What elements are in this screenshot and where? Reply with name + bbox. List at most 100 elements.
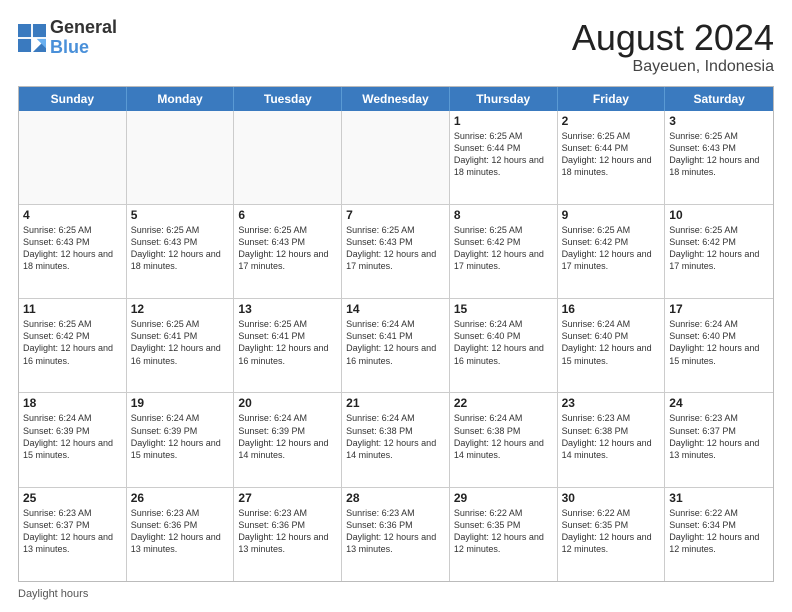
cell-detail: Sunrise: 6:25 AMSunset: 6:42 PMDaylight:… xyxy=(454,224,553,273)
day-number: 15 xyxy=(454,302,553,316)
cell-detail: Sunrise: 6:25 AMSunset: 6:43 PMDaylight:… xyxy=(131,224,230,273)
calendar-cell: 23Sunrise: 6:23 AMSunset: 6:38 PMDayligh… xyxy=(558,393,666,486)
calendar-cell: 18Sunrise: 6:24 AMSunset: 6:39 PMDayligh… xyxy=(19,393,127,486)
cell-detail: Sunrise: 6:25 AMSunset: 6:43 PMDaylight:… xyxy=(346,224,445,273)
cell-detail: Sunrise: 6:25 AMSunset: 6:42 PMDaylight:… xyxy=(23,318,122,367)
logo: General Blue xyxy=(18,18,117,58)
cell-detail: Sunrise: 6:22 AMSunset: 6:35 PMDaylight:… xyxy=(562,507,661,556)
calendar-cell: 19Sunrise: 6:24 AMSunset: 6:39 PMDayligh… xyxy=(127,393,235,486)
day-number: 16 xyxy=(562,302,661,316)
day-number: 24 xyxy=(669,396,769,410)
calendar-cell: 8 Sunrise: 6:25 AMSunset: 6:42 PMDaylight… xyxy=(450,205,558,298)
header: General Blue August 2024 Bayeuen, Indone… xyxy=(18,18,774,76)
header-cell-wednesday: Wednesday xyxy=(342,87,450,111)
logo-line1: General xyxy=(50,18,117,38)
calendar: SundayMondayTuesdayWednesdayThursdayFrid… xyxy=(18,86,774,582)
calendar-row-5: 25 Sunrise: 6:23 AMSunset: 6:37 PMDayligh… xyxy=(19,487,773,581)
day-number: 12 xyxy=(131,302,230,316)
cell-detail: Sunrise: 6:24 AMSunset: 6:41 PMDaylight:… xyxy=(346,318,445,367)
calendar-page: General Blue August 2024 Bayeuen, Indone… xyxy=(0,0,792,612)
calendar-cell xyxy=(234,111,342,204)
calendar-row-2: 4 Sunrise: 6:25 AMSunset: 6:43 PMDaylight… xyxy=(19,204,773,298)
calendar-cell: 16 Sunrise: 6:24 AMSunset: 6:40 PMDayligh… xyxy=(558,299,666,392)
calendar-cell: 30 Sunrise: 6:22 AMSunset: 6:35 PMDayligh… xyxy=(558,488,666,581)
calendar-cell: 9Sunrise: 6:25 AMSunset: 6:42 PMDaylight… xyxy=(558,205,666,298)
page-title: August 2024 xyxy=(572,18,774,58)
cell-detail: Sunrise: 6:22 AMSunset: 6:35 PMDaylight:… xyxy=(454,507,553,556)
day-number: 11 xyxy=(23,302,122,316)
calendar-cell: 21Sunrise: 6:24 AMSunset: 6:38 PMDayligh… xyxy=(342,393,450,486)
day-number: 3 xyxy=(669,114,769,128)
calendar-cell: 13 Sunrise: 6:25 AMSunset: 6:41 PMDayligh… xyxy=(234,299,342,392)
day-number: 7 xyxy=(346,208,445,222)
day-number: 8 xyxy=(454,208,553,222)
day-number: 6 xyxy=(238,208,337,222)
calendar-cell: 15 Sunrise: 6:24 AMSunset: 6:40 PMDayligh… xyxy=(450,299,558,392)
footer-note: Daylight hours xyxy=(18,588,774,600)
calendar-cell: 24Sunrise: 6:23 AMSunset: 6:37 PMDayligh… xyxy=(665,393,773,486)
header-cell-friday: Friday xyxy=(558,87,666,111)
cell-detail: Sunrise: 6:25 AMSunset: 6:43 PMDaylight:… xyxy=(669,130,769,179)
calendar-cell: 2 Sunrise: 6:25 AMSunset: 6:44 PMDaylight… xyxy=(558,111,666,204)
calendar-header: SundayMondayTuesdayWednesdayThursdayFrid… xyxy=(19,87,773,111)
calendar-cell: 10Sunrise: 6:25 AMSunset: 6:42 PMDayligh… xyxy=(665,205,773,298)
cell-detail: Sunrise: 6:24 AMSunset: 6:40 PMDaylight:… xyxy=(454,318,553,367)
day-number: 31 xyxy=(669,491,769,505)
day-number: 10 xyxy=(669,208,769,222)
cell-detail: Sunrise: 6:23 AMSunset: 6:36 PMDaylight:… xyxy=(131,507,230,556)
cell-detail: Sunrise: 6:24 AMSunset: 6:38 PMDaylight:… xyxy=(346,412,445,461)
calendar-body: 1 Sunrise: 6:25 AMSunset: 6:44 PMDaylight… xyxy=(19,111,773,581)
logo-line2: Blue xyxy=(50,38,117,58)
day-number: 1 xyxy=(454,114,553,128)
logo-icon xyxy=(18,24,46,52)
day-number: 27 xyxy=(238,491,337,505)
calendar-cell: 5Sunrise: 6:25 AMSunset: 6:43 PMDaylight… xyxy=(127,205,235,298)
day-number: 2 xyxy=(562,114,661,128)
calendar-cell: 12Sunrise: 6:25 AMSunset: 6:41 PMDayligh… xyxy=(127,299,235,392)
day-number: 22 xyxy=(454,396,553,410)
cell-detail: Sunrise: 6:25 AMSunset: 6:43 PMDaylight:… xyxy=(23,224,122,273)
calendar-cell: 25 Sunrise: 6:23 AMSunset: 6:37 PMDayligh… xyxy=(19,488,127,581)
day-number: 30 xyxy=(562,491,661,505)
day-number: 28 xyxy=(346,491,445,505)
cell-detail: Sunrise: 6:22 AMSunset: 6:34 PMDaylight:… xyxy=(669,507,769,556)
calendar-cell: 31 Sunrise: 6:22 AMSunset: 6:34 PMDayligh… xyxy=(665,488,773,581)
calendar-cell: 6 Sunrise: 6:25 AMSunset: 6:43 PMDaylight… xyxy=(234,205,342,298)
day-number: 23 xyxy=(562,396,661,410)
day-number: 25 xyxy=(23,491,122,505)
calendar-cell: 11 Sunrise: 6:25 AMSunset: 6:42 PMDayligh… xyxy=(19,299,127,392)
calendar-cell: 20Sunrise: 6:24 AMSunset: 6:39 PMDayligh… xyxy=(234,393,342,486)
cell-detail: Sunrise: 6:23 AMSunset: 6:37 PMDaylight:… xyxy=(23,507,122,556)
calendar-row-1: 1 Sunrise: 6:25 AMSunset: 6:44 PMDaylight… xyxy=(19,111,773,204)
calendar-cell: 17Sunrise: 6:24 AMSunset: 6:40 PMDayligh… xyxy=(665,299,773,392)
day-number: 29 xyxy=(454,491,553,505)
day-number: 20 xyxy=(238,396,337,410)
cell-detail: Sunrise: 6:24 AMSunset: 6:40 PMDaylight:… xyxy=(669,318,769,367)
cell-detail: Sunrise: 6:25 AMSunset: 6:41 PMDaylight:… xyxy=(238,318,337,367)
calendar-cell: 28 Sunrise: 6:23 AMSunset: 6:36 PMDayligh… xyxy=(342,488,450,581)
calendar-cell: 3 Sunrise: 6:25 AMSunset: 6:43 PMDaylight… xyxy=(665,111,773,204)
header-cell-tuesday: Tuesday xyxy=(234,87,342,111)
calendar-cell: 1 Sunrise: 6:25 AMSunset: 6:44 PMDaylight… xyxy=(450,111,558,204)
calendar-cell: 26Sunrise: 6:23 AMSunset: 6:36 PMDayligh… xyxy=(127,488,235,581)
title-block: August 2024 Bayeuen, Indonesia xyxy=(572,18,774,76)
cell-detail: Sunrise: 6:25 AMSunset: 6:42 PMDaylight:… xyxy=(562,224,661,273)
header-cell-thursday: Thursday xyxy=(450,87,558,111)
calendar-cell: 4 Sunrise: 6:25 AMSunset: 6:43 PMDaylight… xyxy=(19,205,127,298)
cell-detail: Sunrise: 6:24 AMSunset: 6:40 PMDaylight:… xyxy=(562,318,661,367)
cell-detail: Sunrise: 6:24 AMSunset: 6:39 PMDaylight:… xyxy=(23,412,122,461)
calendar-cell: 27 Sunrise: 6:23 AMSunset: 6:36 PMDayligh… xyxy=(234,488,342,581)
cell-detail: Sunrise: 6:25 AMSunset: 6:43 PMDaylight:… xyxy=(238,224,337,273)
day-number: 14 xyxy=(346,302,445,316)
cell-detail: Sunrise: 6:23 AMSunset: 6:36 PMDaylight:… xyxy=(346,507,445,556)
cell-detail: Sunrise: 6:25 AMSunset: 6:44 PMDaylight:… xyxy=(454,130,553,179)
calendar-cell xyxy=(127,111,235,204)
day-number: 4 xyxy=(23,208,122,222)
cell-detail: Sunrise: 6:25 AMSunset: 6:44 PMDaylight:… xyxy=(562,130,661,179)
calendar-cell: 14 Sunrise: 6:24 AMSunset: 6:41 PMDayligh… xyxy=(342,299,450,392)
calendar-cell: 22Sunrise: 6:24 AMSunset: 6:38 PMDayligh… xyxy=(450,393,558,486)
calendar-cell xyxy=(19,111,127,204)
cell-detail: Sunrise: 6:24 AMSunset: 6:39 PMDaylight:… xyxy=(131,412,230,461)
day-number: 13 xyxy=(238,302,337,316)
cell-detail: Sunrise: 6:23 AMSunset: 6:36 PMDaylight:… xyxy=(238,507,337,556)
